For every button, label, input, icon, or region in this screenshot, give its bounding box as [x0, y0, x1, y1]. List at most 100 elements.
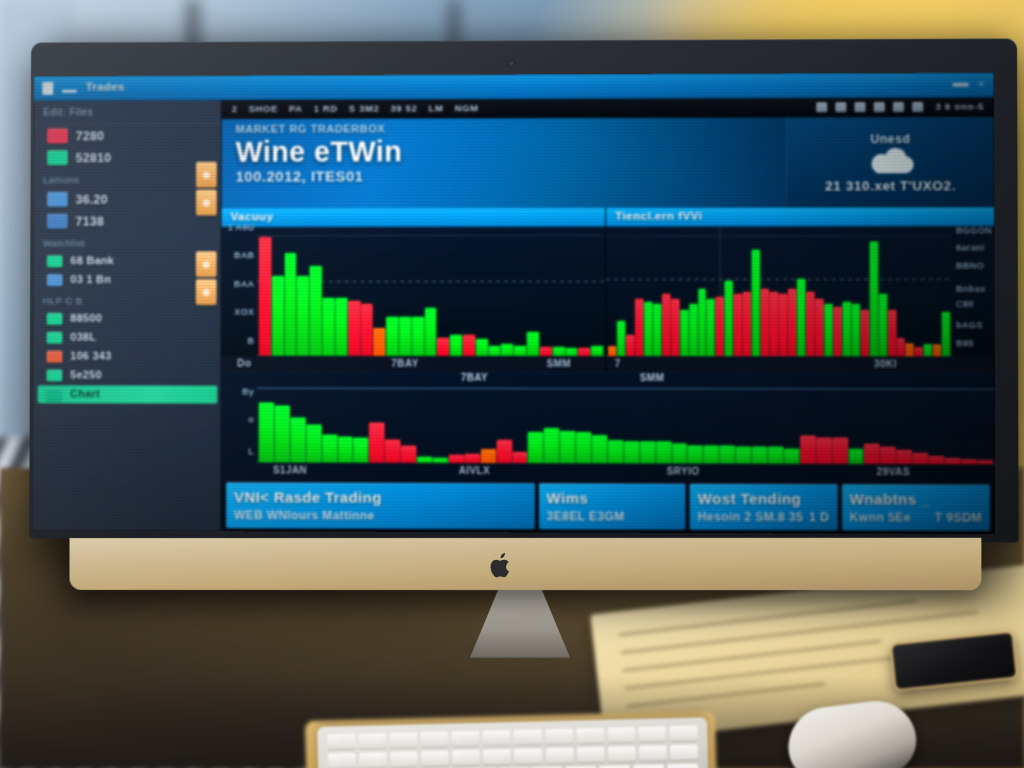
restore-icon[interactable]	[952, 82, 969, 87]
chart-bar	[704, 445, 720, 464]
chart-bar	[271, 276, 284, 356]
x-axis-tick-label: 7BAY	[391, 358, 419, 370]
chart-bar	[560, 430, 576, 464]
x-axis-tick-label: 29VAS	[876, 467, 911, 479]
y-axis-tick-label: B	[247, 335, 255, 346]
footer-card[interactable]: Wost Tending Hesoin 2 SM.8 35 1 D0	[689, 483, 838, 531]
left-plot: 1 A6U BAB BAA XOX B	[221, 222, 606, 357]
apple-logo-icon	[490, 552, 509, 578]
sidebar-badge-3[interactable]	[195, 251, 217, 278]
left-y-axis: 1 A6U BAB BAA XOX B	[221, 222, 257, 355]
right-plot-area[interactable]	[606, 226, 953, 357]
volume-plot: By o L	[221, 386, 996, 465]
x-axis-tick-label: SRYIO	[666, 466, 700, 478]
footer-card-subtitle: WEB WNlours Mattinne	[234, 508, 527, 523]
chart-bar	[437, 337, 450, 356]
sidebar-item-7138[interactable]: 7138	[38, 210, 216, 231]
minimize-icon[interactable]	[62, 89, 77, 93]
toolbar-status: 3 9 ono-5	[935, 101, 985, 113]
chart-bar	[544, 427, 560, 464]
sidebar-item-88500[interactable]: 88500	[38, 310, 216, 328]
footer-card-subtitle: 3E8EL E3GM	[547, 509, 678, 524]
chart-bar	[592, 435, 608, 464]
menubar-item[interactable]: 2	[232, 104, 238, 115]
chart-icon[interactable]	[816, 102, 828, 113]
menubar: 2 SHOE PA 1 RD S 3M2 39 52 LM NGM 3 9 ono-5	[221, 97, 995, 120]
settings-icon[interactable]	[912, 101, 924, 112]
menubar-item[interactable]: S 3M2	[349, 103, 380, 114]
chart-bar	[348, 300, 360, 356]
sidebar-badge-1[interactable]	[195, 161, 217, 188]
footer-card[interactable]: Wnabtns _ Kwnn 5Ee T 9SDM	[841, 484, 991, 532]
chart-bar	[656, 441, 672, 464]
menubar-item[interactable]: SHOE	[249, 103, 278, 114]
menubar-item[interactable]: NGM	[455, 103, 479, 114]
footer-card-subtitle-left: WEB WNlours Mattinne	[233, 507, 375, 523]
chart-bar	[501, 344, 514, 357]
x-axis-tick-label: S1JAN	[273, 465, 308, 477]
sidebar-item-03-1-bn[interactable]: 03 1 Bn	[38, 271, 216, 289]
grid-icon[interactable]	[854, 102, 866, 113]
sidebar-item-7280[interactable]: 7280	[38, 125, 216, 146]
footer-card-title: Wims	[546, 489, 589, 507]
chart-bar	[689, 304, 698, 357]
footer-card[interactable]: VNI< Rasde Trading WEB WNlours Mattinne	[226, 482, 535, 530]
chart-bar	[450, 335, 463, 356]
chart-bar	[385, 439, 401, 463]
sidebar-item-5e250[interactable]: 5e250	[38, 367, 216, 385]
chart-bar	[905, 343, 915, 357]
chart-bar	[824, 304, 833, 357]
sidebar-badge-4[interactable]	[195, 279, 217, 305]
footer-card[interactable]: Wims 3E8EL E3GM	[538, 483, 686, 530]
menubar-item[interactable]: 1 RD	[314, 103, 338, 114]
left-plot-area[interactable]	[257, 227, 606, 357]
menubar-item[interactable]: PA	[289, 103, 303, 114]
right-y-axis: BGGON 6arani BBNO Bnbas C80 bAGS B95	[952, 225, 995, 356]
sidebar-item-36-20[interactable]: 36.20	[38, 189, 216, 210]
sidebar: Edit: Files 7280 52810 Lamons 36.20 7138 Watc…	[32, 100, 222, 532]
sidebar-item-038l[interactable]: 038L	[38, 329, 216, 347]
window-title: Trades	[85, 81, 125, 94]
main-content: 2 SHOE PA 1 RD S 3M2 39 52 LM NGM 3 9 ono-5 MAR…	[221, 97, 996, 535]
chart-bar	[322, 297, 335, 356]
sidebar-item-chart[interactable]: Chart	[37, 385, 218, 404]
candle-icon[interactable]	[873, 101, 885, 113]
y-axis-tick-label: BGGON	[955, 225, 992, 236]
chart-bar	[797, 278, 806, 357]
trading-application: Trades × Edit: Files 7280 52810 Lamons 36.2…	[32, 72, 996, 535]
page-title: Wine eTWin	[235, 136, 403, 169]
chart-bar	[309, 265, 322, 356]
chart-bar	[800, 435, 816, 464]
chart-bar	[653, 304, 662, 357]
cloud-icon	[870, 147, 914, 173]
y-axis-tick-label: o	[248, 414, 255, 425]
sidebar-badge-2[interactable]	[195, 189, 217, 216]
sidebar-item-68-bank[interactable]: 68 Bank	[38, 252, 216, 270]
cursor-icon[interactable]	[835, 102, 847, 113]
sidebar-header: Edit: Files	[33, 100, 221, 125]
x-axis-tick-label: 30KI	[873, 358, 897, 370]
volume-plot-area[interactable]	[256, 386, 996, 465]
footer-card-title: Wost Tending	[697, 490, 802, 508]
chart-bar	[933, 344, 942, 357]
right-x-axis: 7 30KI	[606, 356, 995, 372]
chart-bar	[386, 317, 399, 356]
chart-bar	[284, 253, 297, 356]
sidebar-item-52810[interactable]: 52810	[38, 147, 216, 168]
magic-keyboard[interactable]	[317, 717, 709, 768]
sidebar-item-swatch-icon	[46, 274, 63, 287]
chart-bar	[734, 294, 743, 357]
chart-bar	[608, 345, 617, 357]
menubar-item[interactable]: 39 52	[390, 103, 417, 114]
chart-bar	[401, 445, 417, 463]
sidebar-item-swatch-icon	[46, 191, 68, 207]
y-axis-tick-label: 1 A6U	[227, 222, 255, 233]
chart-bar	[644, 301, 653, 357]
menubar-item[interactable]: LM	[429, 103, 444, 114]
layers-icon[interactable]	[892, 101, 905, 112]
chart-bar	[578, 348, 591, 357]
sidebar-item-106-343[interactable]: 106 343	[38, 348, 216, 366]
footer-card-subtitle: Hesoin 2 SM.8 35 1 D0	[698, 509, 830, 524]
imac-chin-light	[69, 537, 982, 591]
close-icon[interactable]: ×	[978, 79, 985, 90]
